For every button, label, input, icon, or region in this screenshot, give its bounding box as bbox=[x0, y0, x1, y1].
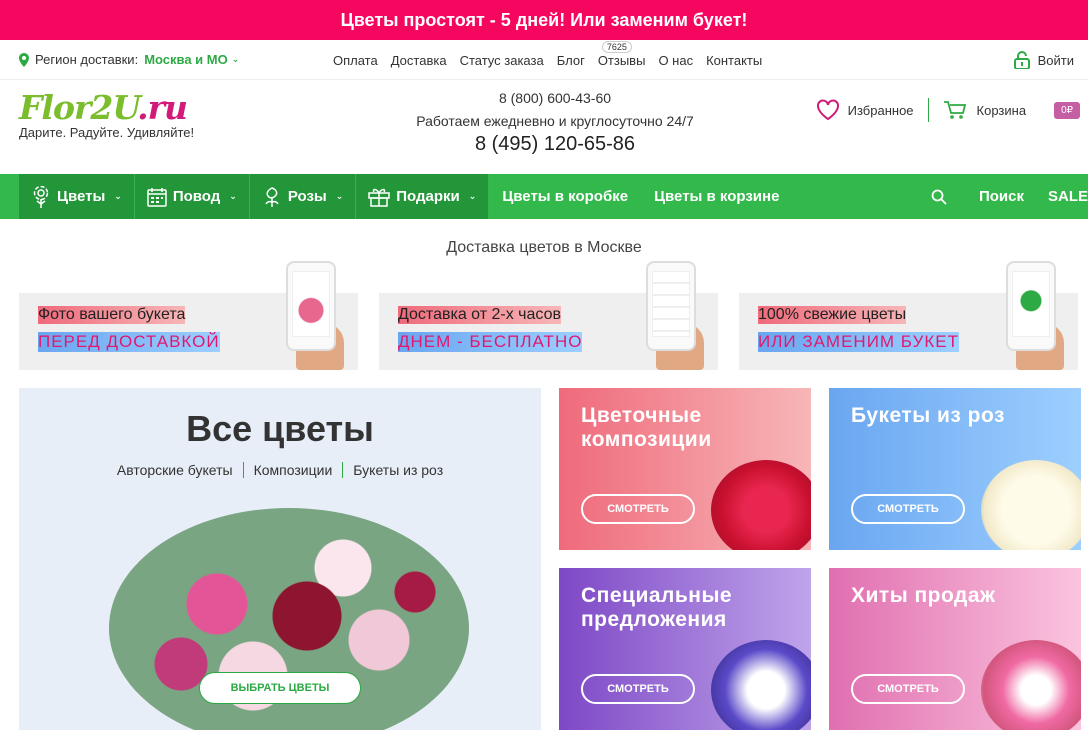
link-author-bouquets[interactable]: Авторские букеты bbox=[107, 462, 244, 478]
feature-line2: ИЛИ ЗАМЕНИМ БУКЕТ bbox=[758, 332, 959, 352]
lock-icon bbox=[1013, 51, 1030, 69]
feature-fresh: 100% свежие цветы ИЛИ ЗАМЕНИМ БУКЕТ bbox=[739, 261, 1078, 370]
tile-special-offers[interactable]: Специальные предложения СМОТРЕТЬ bbox=[559, 568, 811, 730]
heart-icon bbox=[816, 99, 840, 121]
phone-screen bbox=[292, 271, 330, 337]
tile-title: Букеты из роз bbox=[851, 404, 1005, 427]
tile-title: Хиты продаж bbox=[851, 584, 996, 607]
calendar-icon bbox=[147, 187, 167, 207]
chevron-down-icon: ⌄ bbox=[335, 191, 344, 201]
nav-gifts-label: Подарки bbox=[396, 188, 460, 205]
topnav-delivery[interactable]: Доставка bbox=[391, 53, 447, 68]
tile-title: Специальные предложения bbox=[581, 584, 733, 631]
cart-icon bbox=[943, 100, 967, 120]
link-compositions[interactable]: Композиции bbox=[244, 462, 344, 478]
irises-image bbox=[711, 640, 811, 730]
topnav-reviews-label: Отзывы bbox=[597, 52, 646, 68]
phone-screen bbox=[652, 271, 690, 337]
flower-icon bbox=[31, 185, 51, 208]
view-button[interactable]: СМОТРЕТЬ bbox=[581, 674, 695, 704]
header-actions: Избранное Корзина 0₽ bbox=[816, 98, 1080, 122]
cart-link[interactable]: Корзина 0₽ bbox=[929, 100, 1080, 120]
promo-banner: Цветы простоят - 5 дней! Или заменим бук… bbox=[0, 0, 1088, 40]
choose-flowers-button[interactable]: ВЫБРАТЬ ЦВЕТЫ bbox=[199, 672, 361, 704]
nav-roses[interactable]: Розы ⌄ bbox=[249, 174, 357, 219]
all-flowers-links: Авторские букеты Композиции Букеты из ро… bbox=[19, 462, 541, 478]
region-city[interactable]: Москва и МО ⌄ bbox=[144, 52, 239, 67]
search-icon bbox=[931, 189, 947, 205]
reviews-count-badge: 7625 bbox=[601, 40, 632, 53]
view-button[interactable]: СМОТРЕТЬ bbox=[581, 494, 695, 524]
tile-bestsellers[interactable]: Хиты продаж СМОТРЕТЬ bbox=[829, 568, 1081, 730]
topnav-about[interactable]: О нас bbox=[658, 53, 693, 68]
cart-label: Корзина bbox=[976, 102, 1027, 118]
topnav-order-status[interactable]: Статус заказа bbox=[460, 53, 544, 68]
page-subtitle: Доставка цветов в Москве bbox=[446, 239, 642, 256]
tile-compositions[interactable]: Цветочные композиции СМОТРЕТЬ bbox=[559, 388, 811, 550]
chevron-down-icon: ⌄ bbox=[114, 191, 122, 201]
view-button[interactable]: СМОТРЕТЬ bbox=[851, 494, 965, 524]
features-row: Фото вашего букета ПЕРЕД ДОСТАВКОЙ Доста… bbox=[0, 261, 1088, 370]
login-button[interactable]: Войти bbox=[1013, 40, 1074, 80]
phone-screen bbox=[1012, 271, 1050, 337]
cart-total-badge: 0₽ bbox=[1054, 101, 1080, 119]
roses-image bbox=[981, 460, 1081, 550]
nav-right: Поиск SALE bbox=[883, 174, 1088, 219]
feature-line1: Фото вашего букета bbox=[38, 306, 186, 324]
nav-flowers[interactable]: Цветы ⌄ bbox=[19, 174, 135, 219]
feature-photo: Фото вашего букета ПЕРЕД ДОСТАВКОЙ bbox=[19, 261, 358, 370]
topnav-reviews[interactable]: 7625 Отзывы bbox=[597, 40, 646, 68]
header: Flor2U.ru Дарите. Радуйте. Удивляйте! 8 … bbox=[0, 80, 1088, 174]
link-rose-bouquets[interactable]: Букеты из роз bbox=[343, 462, 453, 478]
feature-line1: Доставка от 2-х часов bbox=[398, 306, 561, 324]
phone-image bbox=[646, 261, 696, 351]
feature-line1: 100% свежие цветы bbox=[758, 306, 907, 324]
search-button[interactable]: Поиск bbox=[907, 188, 1024, 205]
tile-rose-bouquets[interactable]: Букеты из роз СМОТРЕТЬ bbox=[829, 388, 1081, 550]
nav-gifts[interactable]: Подарки ⌄ bbox=[356, 174, 490, 219]
topnav-payment[interactable]: Оплата bbox=[333, 53, 378, 68]
feature-delivery: Доставка от 2-х часов ДНЕМ - БЕСПЛАТНО bbox=[379, 261, 718, 370]
category-tiles: Все цветы Авторские букеты Композиции Бу… bbox=[0, 370, 1088, 730]
region-label: Регион доставки: bbox=[35, 52, 139, 67]
feature-line2: ПЕРЕД ДОСТАВКОЙ bbox=[38, 332, 220, 352]
phone-image bbox=[286, 261, 336, 351]
location-pin-icon bbox=[19, 52, 29, 67]
favorites-link[interactable]: Избранное bbox=[816, 98, 929, 122]
promo-text: Цветы простоят - 5 дней! Или заменим бук… bbox=[340, 9, 748, 30]
topnav-contacts[interactable]: Контакты bbox=[706, 53, 762, 68]
nav-flowers-in-box[interactable]: Цветы в коробке bbox=[489, 188, 641, 205]
chevron-down-icon: ⌄ bbox=[468, 191, 477, 201]
nav-occasion-label: Повод bbox=[172, 188, 221, 205]
region-city-label: Москва и МО bbox=[144, 52, 228, 67]
chevron-down-icon: ⌄ bbox=[229, 191, 237, 201]
main-nav: Цветы ⌄ Повод ⌄ Розы ⌄ Подарки ⌄ Цветы в кор… bbox=[0, 174, 1088, 219]
nav-flowers-in-basket[interactable]: Цветы в корзине bbox=[641, 188, 792, 205]
nav-flowers-label: Цветы bbox=[57, 188, 106, 205]
region-selector[interactable]: Регион доставки: Москва и МО ⌄ bbox=[19, 52, 239, 67]
all-flowers-title: Все цветы bbox=[186, 408, 374, 449]
gerberas-image bbox=[981, 640, 1081, 730]
tile-title: Цветочные композиции bbox=[581, 404, 712, 451]
feature-line2: ДНЕМ - БЕСПЛАТНО bbox=[398, 332, 583, 352]
top-bar: Регион доставки: Москва и МО ⌄ Оплата Дос… bbox=[0, 40, 1088, 80]
composition-image bbox=[711, 460, 811, 550]
nav-occasion[interactable]: Повод ⌄ bbox=[134, 174, 250, 219]
rose-icon bbox=[262, 186, 282, 208]
phone-image bbox=[1006, 261, 1056, 351]
chevron-down-icon: ⌄ bbox=[231, 54, 240, 64]
phone-main[interactable]: 8 (495) 120-65-86 bbox=[0, 133, 1088, 156]
top-nav: Оплата Доставка Статус заказа Блог 7625 О… bbox=[333, 40, 775, 80]
view-button[interactable]: СМОТРЕТЬ bbox=[851, 674, 965, 704]
nav-roses-label: Розы bbox=[287, 188, 327, 205]
gift-icon bbox=[368, 187, 391, 207]
nav-sale[interactable]: SALE bbox=[1048, 188, 1088, 205]
search-label: Поиск bbox=[978, 188, 1024, 205]
favorites-label: Избранное bbox=[847, 102, 914, 118]
topnav-blog[interactable]: Блог bbox=[557, 53, 585, 68]
all-flowers-banner[interactable]: Все цветы Авторские букеты Композиции Бу… bbox=[19, 388, 541, 730]
login-label: Войти bbox=[1037, 52, 1074, 68]
